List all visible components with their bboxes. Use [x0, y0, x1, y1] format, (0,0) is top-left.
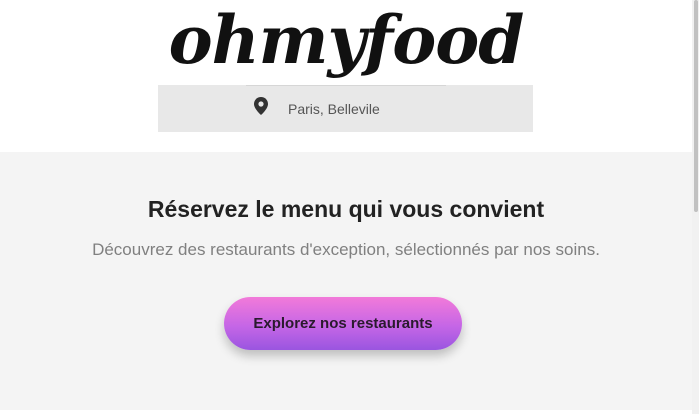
explore-restaurants-button[interactable]: Explorez nos restaurants — [224, 297, 462, 350]
scrollbar-thumb[interactable] — [694, 0, 698, 212]
hero-title: Réservez le menu qui vous convient — [147, 196, 545, 222]
header: ohmyfood Paris, Bellevile — [0, 0, 692, 152]
hero-subtitle: Découvrez des restaurants d'exception, s… — [92, 240, 600, 259]
scrollbar[interactable] — [692, 0, 699, 414]
hero-section: Réservez le menu qui vous convient Décou… — [0, 152, 692, 410]
map-pin-icon — [254, 97, 268, 115]
location-bar-divider — [246, 85, 446, 86]
location-text: Paris, Bellevile — [288, 101, 380, 117]
page: ohmyfood Paris, Bellevile Réservez le me… — [0, 0, 699, 414]
logo[interactable]: ohmyfood — [0, 2, 692, 78]
location-bar[interactable]: Paris, Bellevile — [158, 85, 533, 132]
section-divider — [0, 410, 692, 414]
